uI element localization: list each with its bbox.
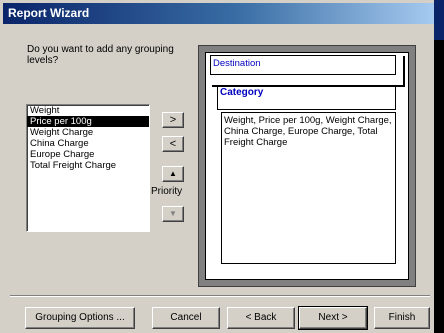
remove-grouping-button[interactable]: < bbox=[162, 136, 184, 152]
list-item[interactable]: Weight Charge bbox=[27, 127, 149, 138]
back-button[interactable]: < Back bbox=[227, 307, 295, 329]
priority-up-button[interactable]: ▲ bbox=[162, 166, 184, 182]
list-item[interactable]: China Charge bbox=[27, 138, 149, 149]
destination-group-header: Destination bbox=[210, 55, 396, 75]
available-fields-list[interactable]: Weight Price per 100g Weight Charge Chin… bbox=[26, 104, 150, 232]
separator bbox=[10, 295, 430, 297]
cancel-button[interactable]: Cancel bbox=[152, 307, 220, 329]
list-item[interactable]: Weight bbox=[27, 105, 149, 116]
list-item[interactable]: Price per 100g bbox=[27, 116, 149, 127]
grouping-prompt: Do you want to add any grouping levels? bbox=[27, 44, 174, 66]
window-title: Report Wizard bbox=[8, 6, 90, 20]
grouping-options-button[interactable]: Grouping Options ... bbox=[25, 307, 135, 329]
list-item[interactable]: Europe Charge bbox=[27, 149, 149, 160]
priority-label: Priority bbox=[151, 186, 183, 197]
category-group-header: Category bbox=[217, 86, 396, 110]
finish-button[interactable]: Finish bbox=[374, 307, 430, 329]
next-button[interactable]: Next > bbox=[298, 306, 368, 330]
report-wizard-dialog: Report Wizard Do you want to add any gro… bbox=[0, 0, 444, 333]
priority-down-button[interactable]: ▼ bbox=[162, 206, 184, 222]
window-edge bbox=[434, 0, 444, 333]
add-grouping-button[interactable]: > bbox=[162, 112, 184, 128]
title-bar: Report Wizard bbox=[3, 3, 434, 24]
list-item[interactable]: Total Freight Charge bbox=[27, 160, 149, 171]
detail-fields-box: Weight, Price per 100g, Weight Charge, C… bbox=[221, 112, 396, 264]
